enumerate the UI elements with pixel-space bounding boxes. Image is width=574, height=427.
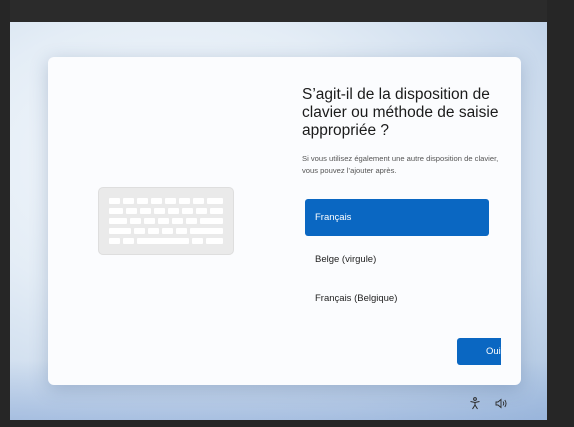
accessibility-icon[interactable] [468, 396, 482, 410]
window-bottom-edge [0, 420, 574, 427]
page-title: S’agit-il de la disposition de clavier o… [302, 86, 499, 139]
page-subtitle: Si vous utilisez également une autre dis… [302, 154, 499, 175]
layout-option-francais-belgique[interactable]: Français (Belgique) [305, 280, 489, 317]
layout-option-belge-virgule[interactable]: Belge (virgule) [305, 241, 489, 278]
option-label: Français (Belgique) [315, 293, 398, 304]
yes-button[interactable]: Oui [457, 338, 501, 365]
keyboard-icon [98, 187, 234, 255]
option-label: Belge (virgule) [315, 254, 377, 265]
volume-icon[interactable] [494, 396, 508, 410]
window-top-bar [0, 0, 574, 22]
option-label: Français [315, 212, 352, 223]
oobe-dialog: S’agit-il de la disposition de clavier o… [48, 57, 521, 385]
yes-button-label: Oui [486, 346, 501, 357]
setup-background: S’agit-il de la disposition de clavier o… [10, 22, 547, 420]
layout-option-francais[interactable]: Français [305, 199, 489, 236]
window-left-edge [0, 0, 10, 427]
window-right-edge [547, 0, 574, 427]
